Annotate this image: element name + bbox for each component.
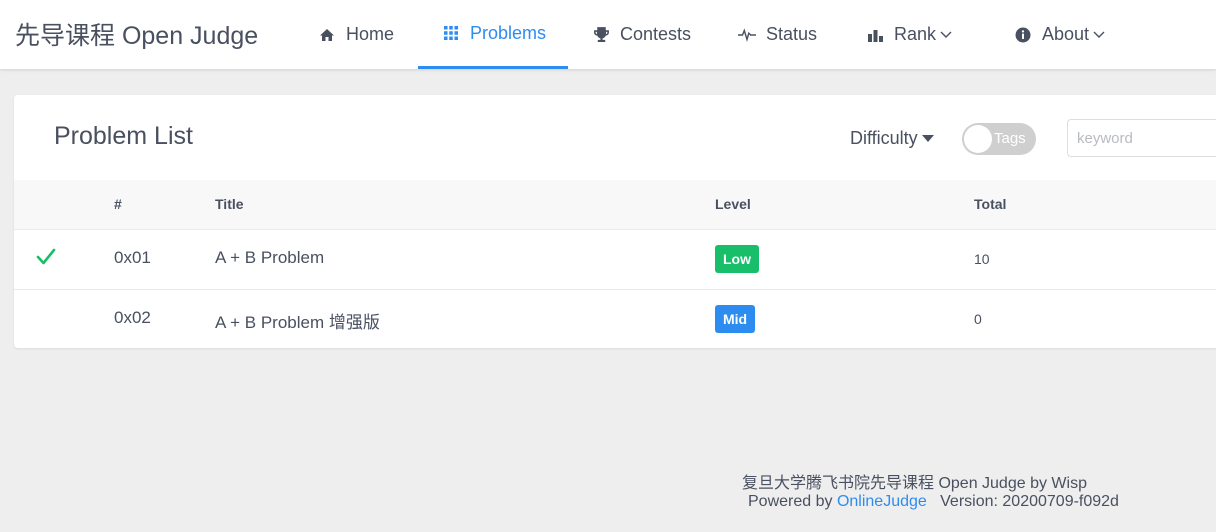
version-text: Version: 20200709-f092d [940, 493, 1119, 510]
column-header-total: Total [974, 196, 1007, 212]
bar-chart-icon [866, 26, 884, 44]
check-icon [36, 248, 56, 271]
chevron-down-icon [940, 31, 952, 39]
toggle-knob [964, 125, 992, 153]
nav-home[interactable]: Home [318, 0, 394, 69]
nav-rank[interactable]: Rank [866, 0, 952, 69]
chevron-down-icon [1093, 31, 1105, 39]
nav-home-label: Home [346, 24, 395, 44]
nav-status-label: Status [766, 24, 818, 44]
problem-list-panel: Problem List Difficulty Tags # Title Lev… [14, 95, 1216, 348]
problem-total: 0 [974, 311, 982, 327]
table-header: # Title Level Total [14, 180, 1216, 230]
onlinejudge-link[interactable]: OnlineJudge [837, 493, 927, 510]
problem-total: 10 [974, 251, 990, 267]
problem-id: 0x02 [114, 308, 151, 327]
nav-problems[interactable]: Problems [418, 0, 568, 69]
page-title: Problem List [54, 122, 193, 150]
footer-credit: 复旦大学腾飞书院先导课程 Open Judge by Wisp [742, 475, 1087, 492]
info-icon [1014, 26, 1032, 44]
site-title[interactable]: 先导课程 Open Judge [15, 16, 258, 52]
pulse-icon [738, 26, 756, 44]
powered-by-text: Powered by [748, 493, 833, 510]
nav-about-label: About [1042, 24, 1090, 44]
column-header-level: Level [715, 196, 751, 212]
nav-contests[interactable]: Contests [592, 0, 691, 69]
nav-about[interactable]: About [1014, 0, 1105, 69]
nav-contests-label: Contests [620, 24, 692, 44]
tags-toggle-label: Tags [994, 130, 1026, 147]
level-badge: Low [715, 245, 759, 273]
table-row: 0x01 A + B Problem Low 10 [14, 230, 1216, 290]
tags-toggle[interactable]: Tags [962, 123, 1036, 155]
difficulty-dropdown[interactable]: Difficulty [850, 128, 934, 149]
table-row: 0x02 A + B Problem 增强版 Mid 0 [14, 290, 1216, 348]
nav-rank-label: Rank [894, 24, 937, 44]
column-header-id: # [114, 196, 122, 212]
difficulty-label: Difficulty [850, 128, 918, 148]
problem-title-link[interactable]: A + B Problem [215, 248, 324, 268]
caret-down-icon [921, 134, 934, 143]
nav-problems-label: Problems [470, 22, 547, 43]
problem-title-link[interactable]: A + B Problem 增强版 [215, 308, 380, 333]
nav-status[interactable]: Status [738, 0, 817, 69]
grid-icon [442, 24, 460, 42]
home-icon [318, 26, 336, 44]
column-header-title: Title [215, 196, 244, 212]
footer-powered: Powered by OnlineJudge Version: 20200709… [748, 493, 1119, 511]
problem-id: 0x01 [114, 248, 151, 267]
keyword-search-input[interactable] [1067, 119, 1216, 157]
top-navbar: 先导课程 Open Judge Home Problems Contests S… [0, 0, 1216, 69]
trophy-icon [592, 26, 610, 44]
level-badge: Mid [715, 305, 756, 333]
